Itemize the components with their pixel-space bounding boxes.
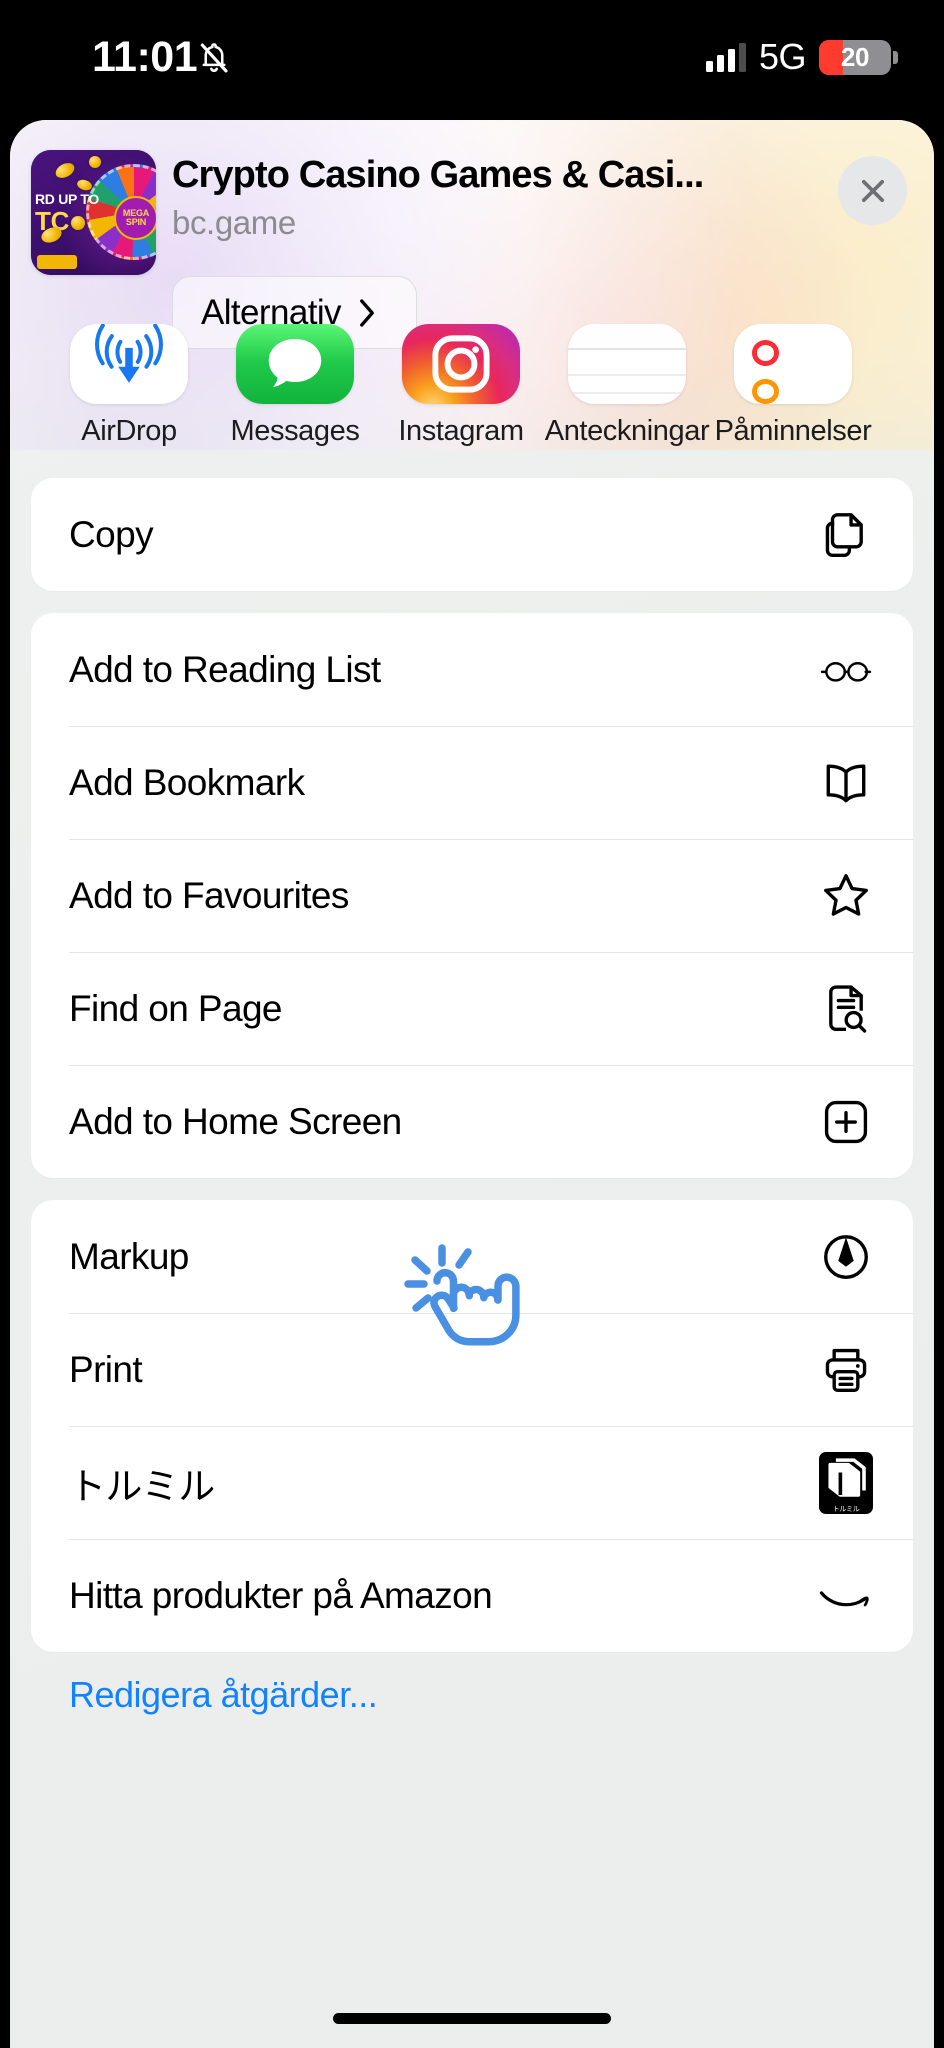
phone-screen: 11:01 5G 20 MEGA SPIN RD UP TO TC Crypto…	[0, 0, 944, 2048]
cellular-signal-icon	[705, 42, 746, 72]
action-row-markup[interactable]: Markup	[31, 1200, 913, 1313]
action-group-1: Copy	[31, 478, 913, 591]
reminders-icon	[734, 324, 852, 404]
action-row-add-to-favourites[interactable]: Add to Favourites	[31, 839, 913, 952]
close-icon	[861, 179, 884, 202]
network-type-label: 5G	[758, 36, 807, 77]
status-bar-time: 11:01	[92, 33, 198, 81]
share-app-label: Instagram	[398, 415, 524, 447]
action-group-3: Markup Print トルミル トルミル Hitta produkter p…	[31, 1200, 913, 1652]
share-app-label: AirDrop	[81, 415, 177, 447]
torumiru-badge-label: トルミル	[832, 1505, 860, 1513]
action-row-add-bookmark[interactable]: Add Bookmark	[31, 726, 913, 839]
eyeglasses-icon	[815, 639, 877, 701]
page-title: Crypto Casino Games & Casi...	[172, 154, 704, 196]
action-label: Add Bookmark	[69, 761, 305, 803]
bell-slash-icon	[196, 40, 232, 80]
battery-icon: 20	[819, 39, 891, 75]
share-app-airdrop[interactable]: AirDrop	[46, 324, 212, 448]
printer-icon	[815, 1339, 877, 1401]
home-indicator	[333, 2013, 611, 2024]
battery-percent-label: 20	[840, 41, 870, 72]
status-bar-right: 5G 20	[705, 36, 898, 78]
action-row-add-to-reading-list[interactable]: Add to Reading List	[31, 613, 913, 726]
action-label: Add to Reading List	[69, 648, 381, 690]
page-domain: bc.game	[172, 204, 296, 241]
action-label: トルミル	[69, 1465, 215, 1507]
book-icon	[815, 752, 877, 814]
action-label: Add to Home Screen	[69, 1100, 402, 1142]
action-row-torumiru[interactable]: トルミル トルミル	[31, 1426, 913, 1539]
action-label: Hitta produkter på Amazon	[69, 1574, 493, 1616]
doc-on-doc-icon	[815, 504, 877, 566]
share-app-instagram[interactable]: Instagram	[378, 324, 544, 448]
action-label: Copy	[69, 513, 154, 555]
status-bar: 11:01 5G 20	[0, 0, 944, 120]
share-sheet-header: MEGA SPIN RD UP TO TC Crypto Casino Games …	[10, 120, 934, 349]
share-app-label: Påminnelser	[714, 415, 872, 447]
plus-square-icon	[815, 1091, 877, 1153]
share-sheet: MEGA SPIN RD UP TO TC Crypto Casino Games …	[10, 120, 934, 2048]
airdrop-icon	[70, 324, 188, 404]
site-thumbnail: MEGA SPIN RD UP TO TC	[31, 150, 156, 275]
action-group-2: Add to Reading List Add Bookmark Add to …	[31, 613, 913, 1178]
torumiru-app-icon: トルミル	[815, 1451, 877, 1514]
share-app-notes[interactable]: Anteckningar	[544, 324, 710, 448]
edit-actions-link[interactable]: Redigera åtgärder...	[69, 1674, 913, 1716]
action-row-find-on-page[interactable]: Find on Page	[31, 952, 913, 1065]
action-row-amazon[interactable]: Hitta produkter på Amazon	[31, 1539, 913, 1652]
amazon-arrow-icon	[815, 1565, 877, 1627]
action-row-print[interactable]: Print	[31, 1313, 913, 1426]
action-label: Markup	[69, 1235, 189, 1277]
action-label: Add to Favourites	[69, 874, 349, 916]
action-label: Print	[69, 1348, 143, 1390]
star-icon	[815, 865, 877, 927]
share-app-messages[interactable]: Messages	[212, 324, 378, 448]
share-app-label: Anteckningar	[544, 415, 710, 447]
notes-icon	[568, 324, 686, 404]
action-label: Find on Page	[69, 987, 283, 1029]
messages-icon	[236, 324, 354, 404]
action-row-copy[interactable]: Copy	[31, 478, 913, 591]
instagram-icon	[402, 324, 520, 404]
close-button[interactable]	[838, 156, 907, 225]
action-groups: Copy Add to Reading List Add Bookmark Ad…	[31, 478, 913, 1716]
action-row-add-to-home-screen[interactable]: Add to Home Screen	[31, 1065, 913, 1178]
share-app-label: Messages	[230, 415, 360, 447]
markup-pen-icon	[815, 1226, 877, 1288]
share-target-info: Crypto Casino Games & Casi... bc.game	[172, 154, 712, 242]
doc-magnifier-icon	[815, 978, 877, 1040]
share-app-row[interactable]: AirDrop Messages Instagram Anteckningar …	[10, 324, 934, 448]
chevron-right-icon	[360, 298, 374, 327]
share-app-reminders[interactable]: Påminnelser	[710, 324, 876, 448]
